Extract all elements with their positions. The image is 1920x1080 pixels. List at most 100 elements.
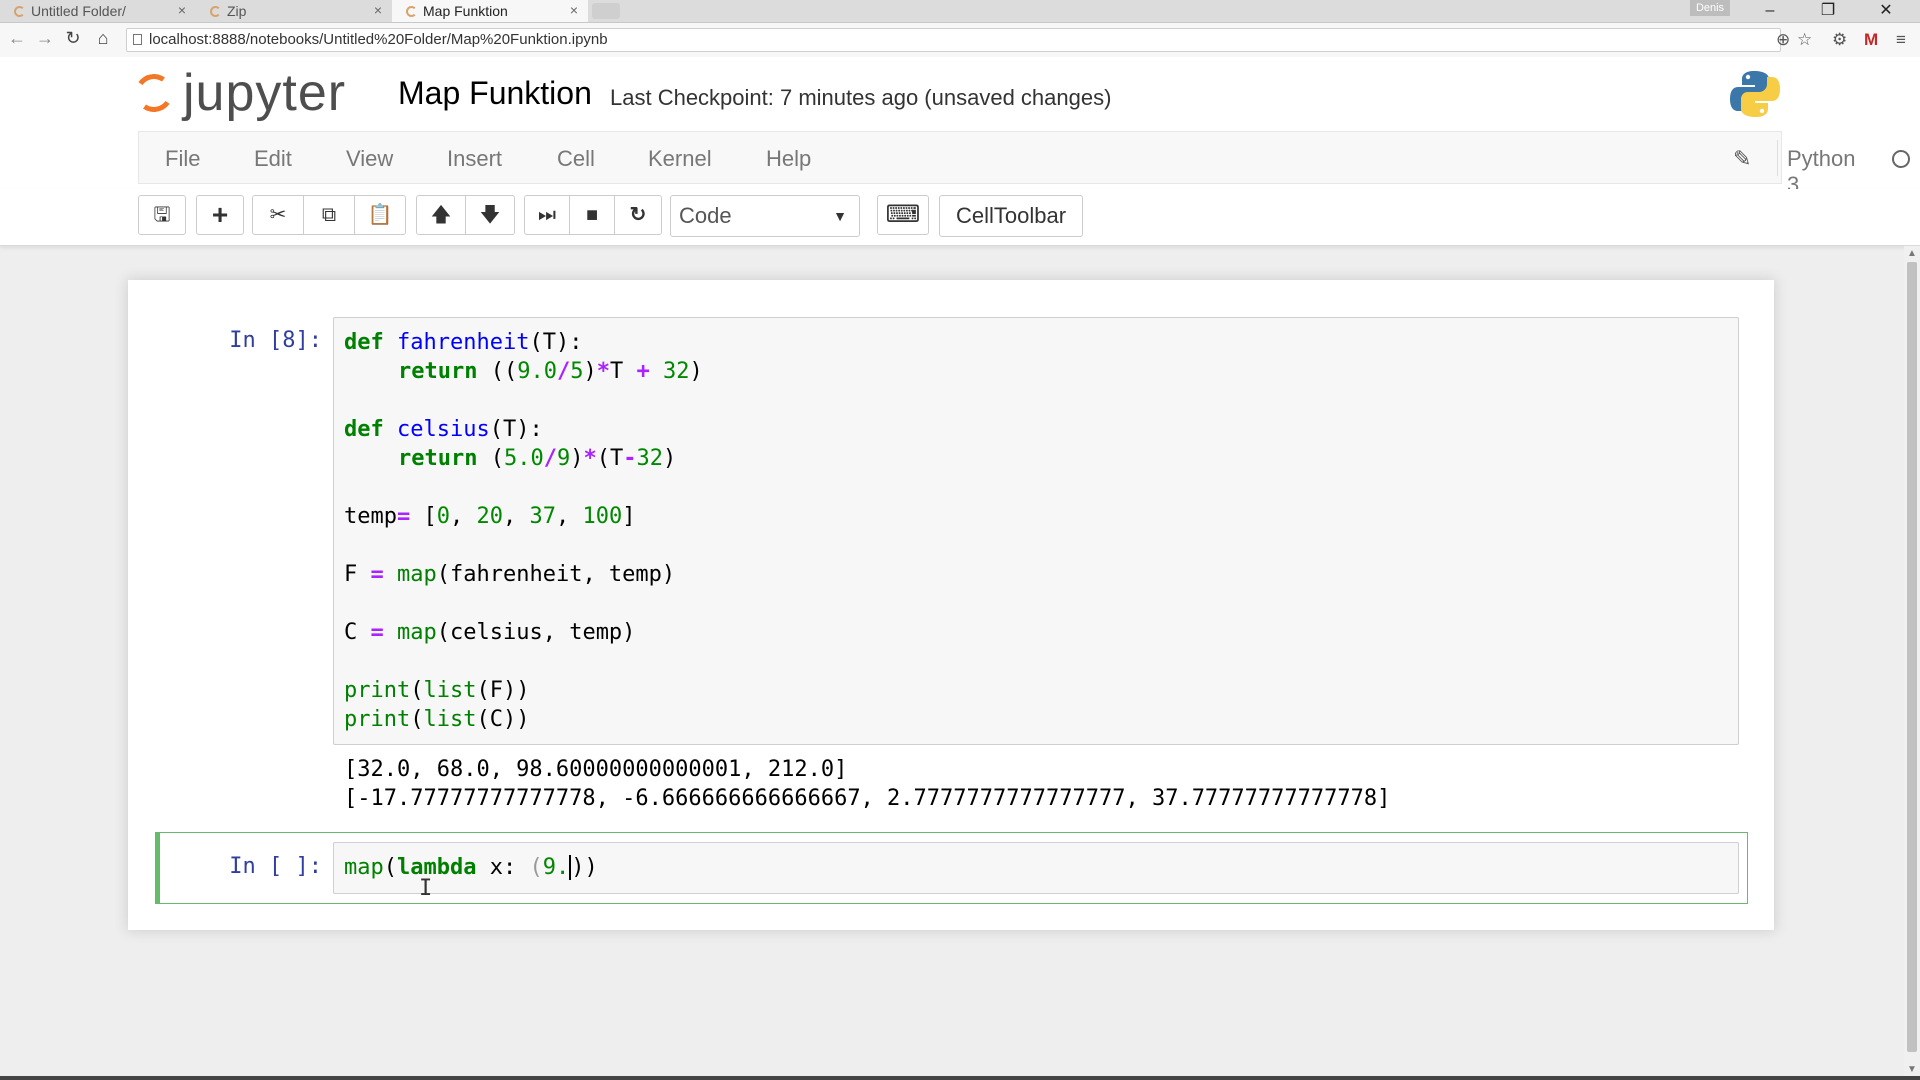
save-icon: 🖫: [153, 204, 171, 226]
close-icon[interactable]: ×: [570, 2, 578, 18]
menu-cell[interactable]: Cell: [557, 146, 595, 172]
tab-map-funktion[interactable]: Map Funktion ×: [392, 0, 588, 22]
code-line: temp= [0, 20, 37, 100]: [344, 502, 635, 531]
code-token: ,: [449, 504, 477, 529]
code-token: (celsius, temp): [436, 620, 636, 645]
code-token: return: [398, 446, 478, 471]
menu-insert[interactable]: Insert: [447, 146, 502, 172]
close-icon[interactable]: ×: [178, 2, 186, 18]
code-token: (: [410, 678, 424, 703]
code-line: F = map(fahrenheit, temp): [344, 560, 675, 589]
command-palette-button[interactable]: ⌨: [877, 195, 929, 235]
home-icon[interactable]: ⌂: [92, 28, 114, 49]
code-token: (: [383, 855, 397, 880]
code-token: /: [556, 359, 571, 384]
menu-file[interactable]: File: [165, 146, 200, 172]
cell-2-input-prompt: In [ ]:: [229, 854, 322, 879]
scroll-up-icon[interactable]: ▲: [1907, 248, 1917, 259]
reload-icon[interactable]: ↻: [62, 28, 84, 49]
gmail-icon[interactable]: M: [1864, 30, 1878, 50]
code-token: 9.0: [517, 359, 557, 384]
code-token: =: [370, 562, 384, 587]
code-token: list: [423, 707, 477, 732]
code-line: return (5.0/9)*(T-32): [398, 444, 676, 473]
celltoolbar-button[interactable]: CellToolbar: [939, 195, 1083, 237]
code-token: print: [344, 707, 411, 732]
loading-icon: [14, 5, 25, 17]
code-token: =: [396, 504, 411, 529]
code-token: def: [344, 330, 384, 355]
extension-icon[interactable]: ⚙: [1832, 30, 1847, 50]
new-tab-button[interactable]: [592, 3, 620, 19]
code-token: (: [410, 707, 424, 732]
restart-kernel-button[interactable]: ↻: [614, 195, 662, 235]
code-token: (fahrenheit, temp): [436, 562, 676, 587]
copy-button[interactable]: ⧉: [303, 195, 355, 235]
close-icon[interactable]: ×: [374, 2, 382, 18]
cell-1-output-line: [32.0, 68.0, 98.60000000000001, 212.0]: [344, 757, 848, 782]
url-input[interactable]: localhost:8888/notebooks/Untitled%20Fold…: [126, 28, 1781, 52]
code-token: (F)): [476, 678, 530, 703]
code-token: )): [571, 855, 598, 880]
insert-cell-button[interactable]: +: [196, 195, 244, 235]
zoom-icon[interactable]: ⊕: [1776, 30, 1790, 50]
code-token: ): [583, 359, 597, 384]
browser-menu-icon[interactable]: ≡: [1896, 30, 1906, 50]
code-token: map: [344, 855, 384, 880]
star-icon[interactable]: ☆: [1797, 30, 1812, 50]
jupyter-logo[interactable]: jupyter: [131, 63, 347, 123]
url-text: localhost:8888/notebooks/Untitled%20Fold…: [149, 31, 608, 48]
move-down-button[interactable]: 🡇: [465, 195, 515, 235]
kernel-status-icon: [1892, 150, 1910, 168]
window-close-button[interactable]: ✕: [1862, 0, 1910, 22]
taskbar-edge: [0, 1076, 1920, 1080]
refresh-icon: ↻: [629, 204, 647, 226]
run-cell-button[interactable]: ⏭: [524, 195, 570, 235]
interrupt-button[interactable]: ■: [569, 195, 615, 235]
code-token: (T):: [529, 330, 583, 355]
code-token: list: [423, 678, 477, 703]
minimize-button[interactable]: –: [1746, 0, 1794, 22]
forward-icon[interactable]: →: [34, 28, 56, 49]
tab-label: Untitled Folder/: [31, 3, 126, 19]
save-button[interactable]: 🖫: [138, 195, 186, 235]
code-line: print(list(C)): [344, 705, 529, 734]
code-token: 20: [476, 504, 503, 529]
code-token: =: [370, 620, 384, 645]
notebook-name[interactable]: Map Funktion: [398, 75, 592, 112]
code-token: (T):: [489, 417, 543, 442]
paste-button[interactable]: 📋: [354, 195, 406, 235]
menu-kernel[interactable]: Kernel: [648, 146, 712, 172]
code-token: +: [636, 359, 650, 384]
notebook-toolbar: 🖫 + ✂ ⧉ 📋 🡅 🡇 ⏭ ■ ↻ Code ▼ ⌨ CellToolbar: [0, 189, 1920, 246]
restore-button[interactable]: ❐: [1804, 0, 1852, 22]
menu-edit[interactable]: Edit: [254, 146, 292, 172]
profile-badge[interactable]: Denis: [1690, 0, 1730, 16]
back-icon[interactable]: ←: [6, 28, 28, 49]
browser-tab-strip: Untitled Folder/ × Zip × Map Funktion × …: [0, 0, 1920, 23]
page-scrollbar[interactable]: ▲ ▼: [1904, 246, 1920, 1080]
jupyter-favicon-icon: [406, 5, 417, 17]
menubar: File Edit View Insert Cell Kernel Help ✎…: [0, 131, 1920, 197]
tab-zip[interactable]: Zip ×: [196, 0, 392, 22]
keyboard-icon: ⌨: [885, 201, 921, 228]
cut-button[interactable]: ✂: [252, 195, 304, 235]
logo-text: jupyter: [183, 64, 347, 122]
scrollbar-thumb[interactable]: [1907, 262, 1917, 1052]
code-token: ): [662, 446, 677, 471]
code-token: 9.: [542, 855, 570, 880]
code-token: 5: [570, 359, 584, 384]
scroll-down-icon[interactable]: ▼: [1907, 1064, 1917, 1075]
cell-type-select[interactable]: Code ▼: [670, 195, 860, 237]
code-token: (: [477, 446, 504, 471]
code-token: ((: [477, 359, 518, 384]
paste-icon: 📋: [367, 204, 393, 226]
code-token: def: [344, 417, 384, 442]
menu-help[interactable]: Help: [766, 146, 811, 172]
move-up-button[interactable]: 🡅: [416, 195, 466, 235]
cell-1-input-prompt: In [8]:: [229, 328, 322, 353]
tab-untitled-folder[interactable]: Untitled Folder/ ×: [0, 0, 196, 22]
menu-view[interactable]: View: [346, 146, 393, 172]
